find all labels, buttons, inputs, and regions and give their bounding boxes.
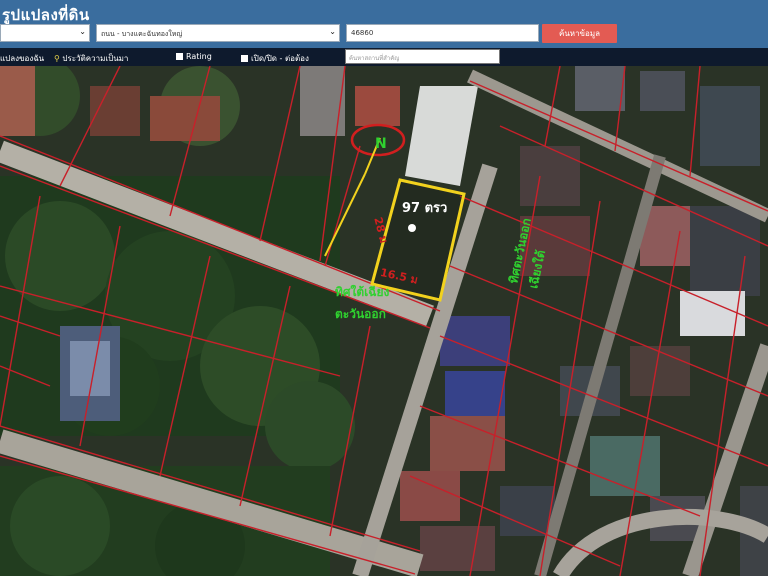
toolbar-my-parcel-label: แปลงของฉัน [0,54,45,63]
direction-south-east-line1: ทิศใต้เฉียง [335,284,389,299]
toolbar-toggle[interactable]: เปิด/ปิด - ต่อต้อง [241,52,309,65]
toolbar-toggle-label: เปิด/ปิด - ต่อต้อง [251,54,309,63]
direction-south-east-line2: ตะวันออก [335,307,386,321]
plant-icon: ⚲ [54,54,60,63]
chevron-down-icon: ⌄ [79,27,86,36]
toolbar-rating[interactable]: Rating [176,52,212,61]
north-label: N [375,136,387,152]
map-toolbar: แปลงของฉัน ⚲ ประวัติความเป็นมา Rating เป… [0,48,768,66]
satellite-map[interactable]: N 97 ตรว 28 ม 16.5 ม ทิศใต้เฉียง ตะวันออ… [0,66,768,576]
header-bar: รูปแปลงที่ดิน ⌄ ถนน - บางแคะฉันทองใหญ่ ⌄… [0,0,768,48]
map-view[interactable]: N 97 ตรว 28 ม 16.5 ม ทิศใต้เฉียง ตะวันออ… [0,66,768,576]
search-button[interactable]: ค้นหาข้อมูล [542,24,617,43]
toolbar-my-parcel[interactable]: แปลงของฉัน [0,52,44,65]
checkbox-icon [241,55,248,62]
toolbar-history-label: ประวัติความเป็นมา [62,54,129,63]
location-pin-icon[interactable] [408,224,416,232]
landmark-search-input[interactable]: ค้นหาสถานที่สำคัญ [345,49,500,64]
chevron-down-icon: ⌄ [329,27,336,36]
toolbar-history[interactable]: ⚲ ประวัติความเป็นมา [54,52,128,65]
postcode-value: 46860 [351,29,374,37]
toolbar-rating-label: Rating [186,52,212,61]
parcel-area-label: 97 ตรว [402,201,447,216]
district-select-value: ถนน - บางแคะฉันทองใหญ่ [101,30,183,38]
checkbox-icon [176,53,183,60]
province-select[interactable]: ⌄ [0,24,90,42]
postcode-input[interactable]: 46860 [346,24,539,42]
district-select[interactable]: ถนน - บางแคะฉันทองใหญ่ ⌄ [96,24,340,42]
